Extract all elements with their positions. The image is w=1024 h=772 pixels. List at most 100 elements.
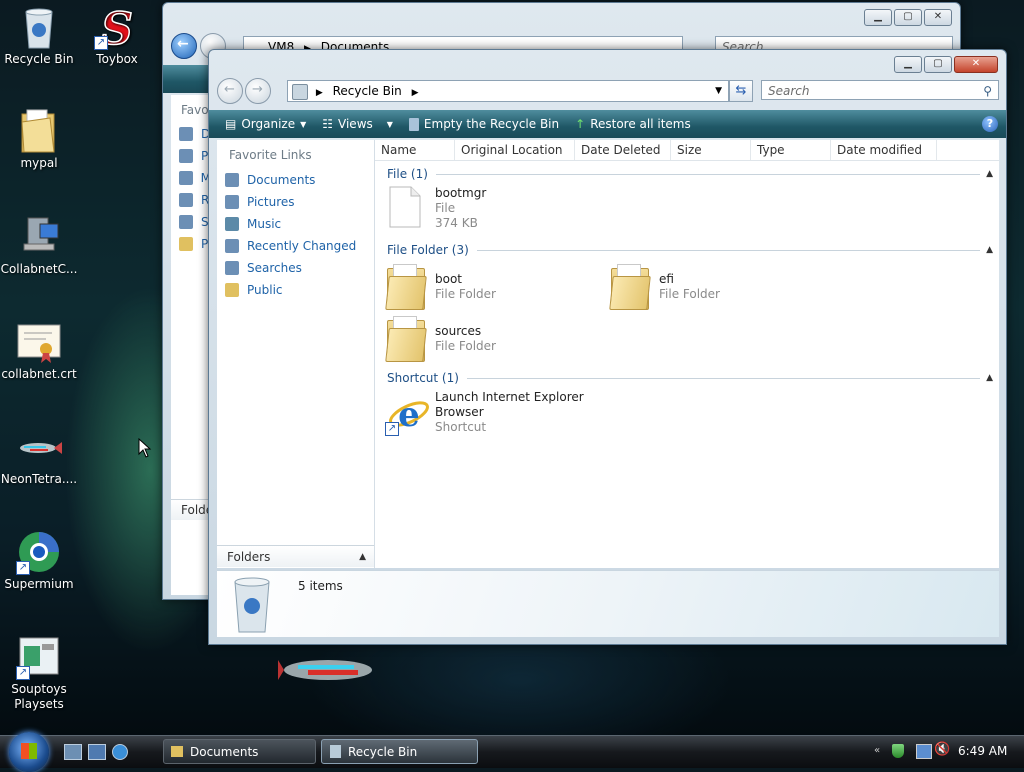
column-header-size[interactable]: Size — [671, 140, 751, 160]
nav-link-searches[interactable]: Searches — [217, 257, 374, 279]
minimize-button[interactable]: ▁ — [894, 56, 922, 73]
back-button[interactable]: ← — [171, 33, 197, 59]
favorite-links-list: Documents Pictures Music Recently Change… — [217, 162, 374, 301]
nav-link-public[interactable]: Public — [217, 279, 374, 301]
group-header-shortcut[interactable]: Shortcut (1) ▲ — [387, 370, 993, 386]
music-icon — [225, 217, 239, 231]
search-icon[interactable]: ⚲ — [983, 81, 992, 101]
nav-link-pictures[interactable]: P — [171, 145, 211, 167]
desktop-icon-supermium[interactable]: ↗ Supermium — [0, 529, 79, 592]
group-title: File (1) — [387, 167, 428, 181]
security-shield-icon[interactable] — [892, 744, 904, 758]
address-dropdown-icon[interactable]: ▼ — [715, 81, 722, 101]
start-button[interactable] — [9, 732, 49, 772]
maximize-button[interactable]: ▢ — [924, 56, 952, 73]
switch-windows-icon[interactable] — [88, 744, 106, 760]
desktop-fish-wallpaper — [278, 652, 378, 688]
desktop-icon-recycle-bin[interactable]: Recycle Bin — [0, 4, 79, 67]
group-divider — [466, 377, 981, 379]
address-bar[interactable]: ▶ Recycle Bin ▶ ▼ — [287, 80, 729, 102]
column-headers: Name Original Location Date Deleted Size… — [375, 140, 999, 161]
back-arrow-icon: ← — [177, 36, 189, 52]
navigation-pane: Favorite Links Documents Pictures Music … — [217, 140, 375, 568]
folder-icon — [385, 262, 427, 310]
folder-item-boot[interactable]: boot File Folder — [385, 262, 496, 310]
nav-link-recently-changed[interactable]: Recently Changed — [217, 235, 374, 257]
file-item-bootmgr[interactable]: bootmgr File 374 KB — [389, 186, 486, 231]
desktop-icon-collabnet[interactable]: CollabnetC... — [0, 214, 79, 277]
desktop-icon-mypal[interactable]: mypal — [0, 108, 79, 171]
browser-globe-icon: ↗ — [16, 529, 62, 575]
refresh-button[interactable]: ⇆ — [729, 80, 753, 102]
command-bar: ▤ Organize ▼ ☷ Views ▼ Empty the Recycle… — [209, 110, 1006, 138]
help-button[interactable]: ? — [982, 116, 998, 132]
desktop-icon-neontetra[interactable]: NeonTetra.... — [0, 424, 79, 487]
group-header-file-folder[interactable]: File Folder (3) ▲ — [387, 242, 993, 258]
maximize-button[interactable]: ▢ — [894, 9, 922, 26]
clock[interactable]: 6:49 AM — [958, 744, 1007, 758]
empty-recycle-bin-button[interactable]: Empty the Recycle Bin — [401, 110, 567, 138]
chevron-up-icon[interactable]: ▲ — [986, 373, 993, 383]
organize-button[interactable]: ▤ Organize ▼ — [217, 110, 314, 138]
desktop-icon-toybox[interactable]: S ↗ Toybox — [77, 3, 157, 67]
nav-link-pictures[interactable]: Pictures — [217, 191, 374, 213]
back-button[interactable]: ← — [217, 78, 243, 104]
recycle-bin-window[interactable]: ▁ ▢ ✕ ← → ▶ Recycle Bin ▶ ▼ ⇆ Search ⚲ ▤… — [208, 49, 1007, 645]
volume-muted-icon[interactable]: 🔇 — [934, 742, 950, 757]
desktop-icon-souptoys[interactable]: ↗ Souptoys Playsets — [0, 634, 79, 712]
shortcut-item-text: Launch Internet Explorer Browser Shortcu… — [435, 390, 584, 438]
nav-link-searches[interactable]: S — [171, 211, 211, 233]
folder-item-sources[interactable]: sources File Folder — [385, 314, 496, 362]
group-title: Shortcut (1) — [387, 371, 459, 385]
desktop-icon-label: Toybox — [96, 52, 138, 66]
nav-link-recent[interactable]: R — [171, 189, 211, 211]
desktop-icon-label: Souptoys Playsets — [11, 682, 67, 711]
close-button[interactable]: ✕ — [954, 56, 998, 73]
nav-link-documents[interactable]: D — [171, 123, 211, 145]
restore-all-items-button[interactable]: ↑ Restore all items — [567, 110, 699, 138]
shortcut-arrow-icon: ↗ — [16, 561, 30, 575]
desktop-icon-label: Supermium — [4, 577, 74, 591]
forward-button[interactable]: → — [245, 78, 271, 104]
recycle-bin-small-icon — [330, 745, 341, 758]
searches-icon — [179, 215, 193, 229]
nav-link-music[interactable]: Music — [217, 213, 374, 235]
pictures-icon — [225, 195, 239, 209]
column-header-type[interactable]: Type — [751, 140, 831, 160]
favorite-links-header: Favorite Links — [229, 148, 312, 162]
shortcut-arrow-icon: ↗ — [385, 422, 399, 436]
file-size: 374 KB — [435, 216, 478, 230]
views-button[interactable]: ☷ Views ▼ — [314, 110, 401, 138]
column-header-date-deleted[interactable]: Date Deleted — [575, 140, 671, 160]
file-type: File — [435, 201, 456, 215]
breadcrumb-recycle-bin[interactable]: Recycle Bin — [333, 84, 402, 98]
folder-item-efi[interactable]: efi File Folder — [609, 262, 720, 310]
nav-link-label: Documents — [247, 173, 316, 187]
browser-icon[interactable] — [112, 744, 128, 760]
favorite-links-header: Favorit — [181, 103, 222, 117]
show-hidden-icons-button[interactable]: « — [874, 745, 880, 756]
shortcut-item-internet-explorer[interactable]: e ↗ Launch Internet Explorer Browser Sho… — [385, 390, 584, 438]
minimize-button[interactable]: ▁ — [864, 9, 892, 26]
close-button[interactable]: ✕ — [924, 9, 952, 26]
desktop-icon-collabnet-crt[interactable]: collabnet.crt — [0, 319, 79, 382]
search-box[interactable]: Search ⚲ — [761, 80, 999, 100]
chevron-up-icon[interactable]: ▲ — [986, 245, 993, 255]
column-header-date-modified[interactable]: Date modified — [831, 140, 937, 160]
group-divider — [435, 173, 981, 175]
folders-bar[interactable]: Folders ▲ — [217, 545, 374, 567]
navigation-pane: Favorit D P M R S P Folde — [171, 95, 222, 595]
nav-link-documents[interactable]: Documents — [217, 169, 374, 191]
column-header-name[interactable]: Name — [375, 140, 455, 160]
column-header-original-location[interactable]: Original Location — [455, 140, 575, 160]
taskbar-button-recycle-bin[interactable]: Recycle Bin — [321, 739, 478, 764]
chevron-up-icon[interactable]: ▲ — [986, 169, 993, 179]
show-desktop-icon[interactable] — [64, 744, 82, 760]
desktop-icon-label: mypal — [20, 156, 58, 170]
network-icon[interactable] — [916, 744, 932, 759]
group-header-file[interactable]: File (1) ▲ — [387, 166, 993, 182]
nav-link-music[interactable]: M — [171, 167, 211, 189]
fish-icon — [16, 424, 62, 470]
taskbar-button-documents[interactable]: Documents — [163, 739, 316, 764]
nav-link-public[interactable]: P — [171, 233, 211, 255]
